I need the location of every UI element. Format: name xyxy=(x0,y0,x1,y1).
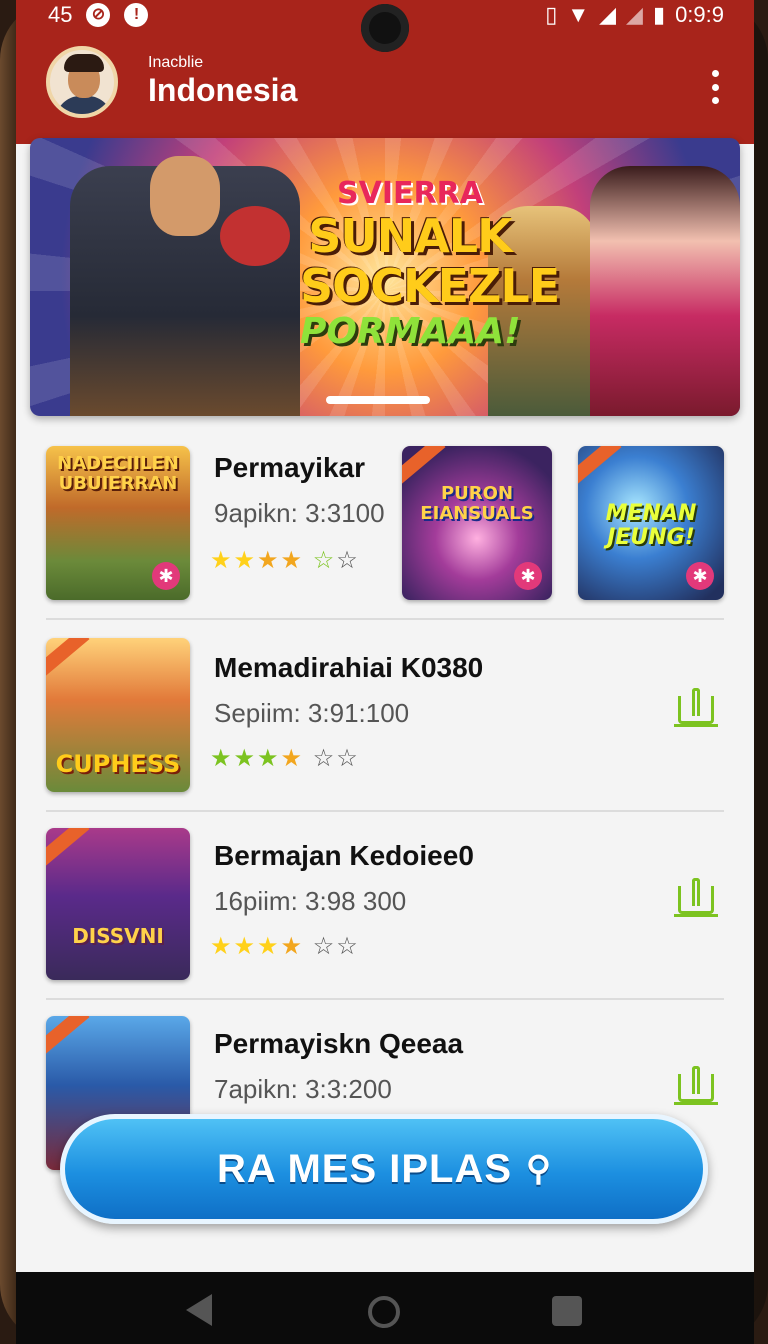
featured-rating: ★★★★ ☆☆ xyxy=(210,546,360,575)
featured-thumbnail[interactable]: NADECIILEN UBUIERRAN ✱ xyxy=(46,446,190,600)
signal-2-icon: ◢ xyxy=(626,2,643,27)
star-empty-icon: ☆ xyxy=(312,547,337,574)
extra-thumbnail-2[interactable]: MENAN JEUNG! ✱ xyxy=(578,446,724,600)
play-badge-icon: ✱ xyxy=(152,562,180,590)
screen: 45 ⊘ ! ▯ ▼ ◢ ◢ ▮ 0:9:9 Inacblie Indonesi… xyxy=(16,0,754,1344)
featured-subtitle: 9apikn: 3:3100 xyxy=(214,498,385,528)
download-box xyxy=(678,886,714,914)
battery-icon: ▮ xyxy=(652,2,666,27)
download-box xyxy=(678,696,714,724)
thumb-art xyxy=(46,828,190,980)
banner-line-4: PORMAAA! xyxy=(300,311,521,352)
item-title-2[interactable]: Bermajan Kedoiee0 xyxy=(214,840,474,872)
item-rating-2: ★★★★ ☆☆ xyxy=(210,932,360,961)
divider xyxy=(46,998,724,1000)
item-subtitle-2: 16piim: 3:98 300 xyxy=(214,886,407,916)
banner-page-indicator xyxy=(326,396,430,404)
star-icon: ★ xyxy=(257,547,281,574)
divider xyxy=(46,618,724,620)
recents-icon[interactable] xyxy=(552,1296,582,1326)
item-subtitle-3: 7apikn: 3:3:200 xyxy=(214,1074,392,1104)
download-icon[interactable] xyxy=(674,1066,718,1110)
star-empty-icon: ☆ xyxy=(336,547,360,574)
extra-thumbnail-1[interactable]: PURON EIANSUALS ✱ xyxy=(402,446,552,600)
download-box xyxy=(678,1074,714,1102)
star-icon: ★ xyxy=(210,933,234,960)
star-icon: ★ xyxy=(257,933,281,960)
thumb-caption: DISSVNI xyxy=(72,924,164,948)
search-icon: ⚲ xyxy=(526,1150,551,1188)
star-icon: ★ xyxy=(210,547,234,574)
banner-line-1: SVIERRA xyxy=(337,176,483,211)
star-empty-icon: ☆ xyxy=(336,933,360,960)
item-subtitle-1: Sepiim: 3:91:100 xyxy=(214,698,410,728)
banner-title: SVIERRA SUNALK SOCKEZLE PORMAAA! xyxy=(300,176,560,352)
vibrate-icon: ▯ xyxy=(545,2,558,27)
cta-label: RA MES IPLAS xyxy=(217,1146,513,1191)
star-icon: ★ xyxy=(210,745,234,772)
avatar-hair xyxy=(64,54,104,72)
front-camera xyxy=(361,4,409,52)
star-icon: ★ xyxy=(233,745,258,772)
wifi-icon: ▼ xyxy=(567,2,590,27)
star-icon: ★ xyxy=(233,547,258,574)
banner-hero-right xyxy=(590,166,740,416)
promo-banner[interactable]: SVIERRA SUNALK SOCKEZLE PORMAAA! xyxy=(30,138,740,416)
banner-line-3: SOCKEZLE xyxy=(300,259,560,313)
featured-title[interactable]: Permayikar xyxy=(214,452,365,484)
star-icon: ★ xyxy=(233,933,258,960)
play-badge-icon: ✱ xyxy=(514,562,542,590)
download-icon[interactable] xyxy=(674,688,718,732)
avatar-body xyxy=(56,96,112,114)
status-time: 0:9:9 xyxy=(675,2,724,27)
header-title: Indonesia xyxy=(148,72,298,108)
thumb-caption: NADECIILEN UBUIERRAN xyxy=(57,453,179,494)
download-base xyxy=(674,724,718,727)
download-icon[interactable] xyxy=(674,878,718,922)
back-icon[interactable] xyxy=(186,1294,212,1326)
home-icon[interactable] xyxy=(368,1296,400,1328)
star-icon: ★ xyxy=(280,933,305,960)
status-left: 45 ⊘ ! xyxy=(48,2,149,28)
download-base xyxy=(674,1102,718,1105)
thumb-caption: MENAN JEUNG! xyxy=(605,501,697,550)
overflow-menu-icon[interactable] xyxy=(710,70,720,104)
app-bar: 45 ⊘ ! ▯ ▼ ◢ ◢ ▮ 0:9:9 Inacblie Indonesi… xyxy=(16,0,754,144)
header-subtitle: Inacblie xyxy=(148,54,204,71)
item-title-3[interactable]: Permayiskn Qeeaa xyxy=(214,1028,463,1060)
play-badge-icon: ✱ xyxy=(686,562,714,590)
status-right: ▯ ▼ ◢ ◢ ▮ 0:9:9 xyxy=(545,2,724,28)
divider xyxy=(46,810,724,812)
star-empty-icon: ☆ xyxy=(312,933,337,960)
star-icon: ★ xyxy=(280,745,305,772)
navigation-bar xyxy=(16,1272,754,1344)
phone-frame: 45 ⊘ ! ▯ ▼ ◢ ◢ ▮ 0:9:9 Inacblie Indonesi… xyxy=(0,0,768,1344)
item-rating-1: ★★★★ ☆☆ xyxy=(210,744,360,773)
thumb-caption: CUPHESS xyxy=(55,750,181,778)
item-title-1[interactable]: Memadirahiai K0380 xyxy=(214,652,483,684)
thumb-caption: PURON EIANSUALS xyxy=(420,483,534,524)
item-thumbnail-1[interactable]: CUPHESS xyxy=(46,638,190,792)
no-disturb-icon: ⊘ xyxy=(86,3,111,27)
star-icon: ★ xyxy=(280,547,305,574)
hero-head xyxy=(150,156,220,236)
banner-line-2: SUNALK xyxy=(308,209,513,263)
avatar[interactable] xyxy=(46,46,118,118)
star-empty-icon: ☆ xyxy=(312,745,337,772)
download-base xyxy=(674,914,718,917)
signal-icon: ◢ xyxy=(599,2,617,27)
banner-hero-left xyxy=(70,156,300,416)
search-play-button[interactable]: RA MES IPLAS ⚲ xyxy=(60,1114,708,1224)
star-icon: ★ xyxy=(257,745,281,772)
star-empty-icon: ☆ xyxy=(336,745,360,772)
alarm-icon: ! xyxy=(124,3,149,27)
item-thumbnail-2[interactable]: DISSVNI xyxy=(46,828,190,980)
hero-helmet xyxy=(220,206,290,266)
status-number: 45 xyxy=(48,2,73,27)
